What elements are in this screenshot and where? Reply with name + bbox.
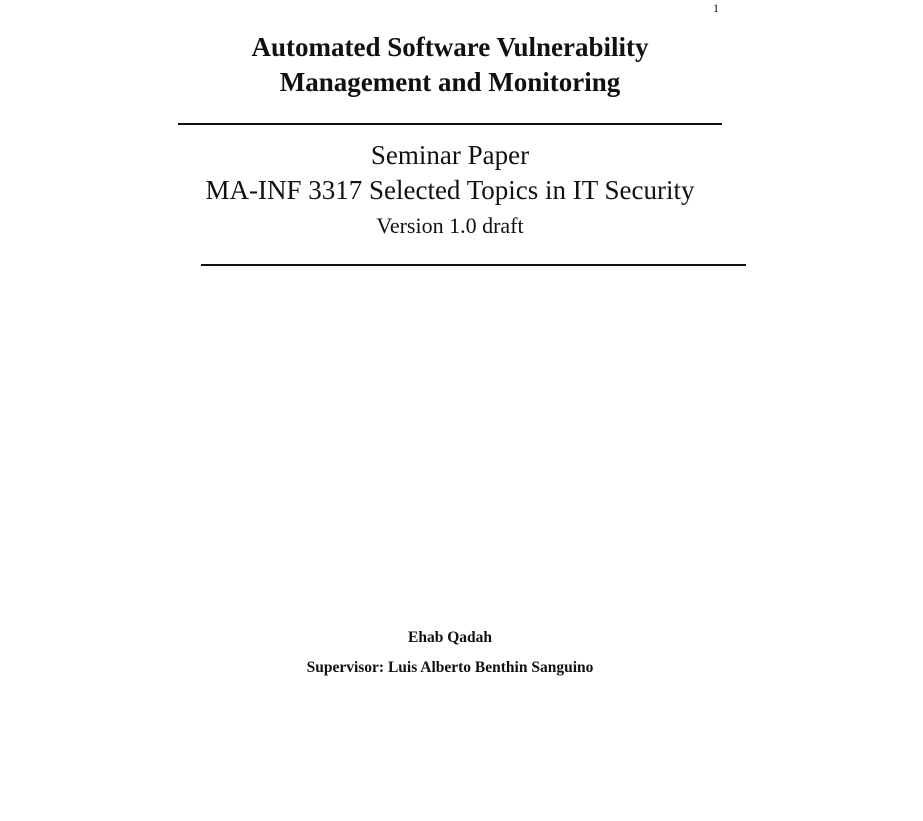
title-divider-top	[178, 123, 722, 125]
supervisor-name: Supervisor: Luis Alberto Benthin Sanguin…	[306, 659, 594, 676]
subtitle-block: Seminar Paper MA-INF 3317 Selected Topic…	[0, 138, 900, 244]
author-name: Ehab Qadah	[407, 629, 492, 646]
paper-title: Automated Software Vulnerability Managem…	[0, 30, 900, 100]
course-name: MA-INF 3317 Selected Topics in IT Securi…	[205, 175, 695, 205]
version-label: Version 1.0 draft	[376, 213, 524, 238]
title-divider-bottom	[201, 264, 746, 266]
page-number: 1	[713, 1, 719, 15]
paper-type: Seminar Paper	[370, 140, 530, 170]
paper-title-line-2: Management and Monitoring	[279, 67, 621, 97]
paper-title-line-1: Automated Software Vulnerability	[251, 32, 649, 62]
